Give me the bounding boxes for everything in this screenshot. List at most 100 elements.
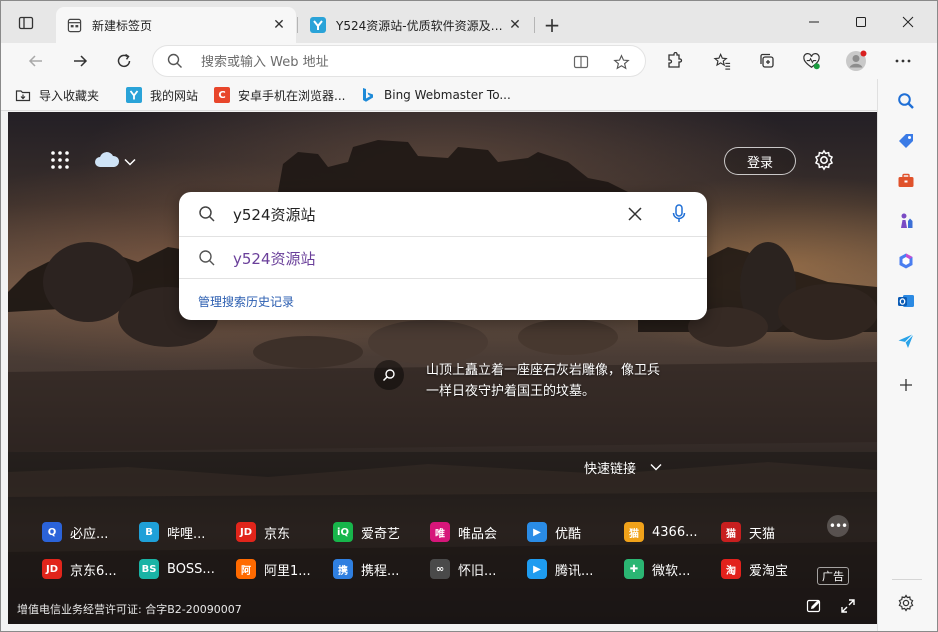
minimize-icon[interactable] [803,11,825,33]
quick-links-toggle[interactable]: 快速链接 [584,458,662,477]
sidebar-games-chess-icon[interactable] [894,209,918,233]
site-favicon-icon: iQ [333,522,353,542]
sidebar-outlook-icon[interactable] [894,289,918,313]
tab-actions-menu-icon[interactable] [15,12,37,34]
c-favicon: C [214,87,230,103]
tab-y524[interactable]: Y524资源站-优质软件资源及资料 ✕ [300,7,532,43]
sidebar-settings-gear-icon[interactable] [894,591,918,615]
cloud-icon [94,152,120,171]
profile-avatar[interactable] [843,48,869,74]
microphone-icon[interactable] [669,204,689,224]
quick-link-label: BOSS... [167,561,215,577]
quick-link[interactable]: JD 京东 [236,521,290,543]
collections-icon[interactable] [754,48,780,74]
address-input[interactable] [201,52,561,72]
fullscreen-expand-icon[interactable] [838,596,858,616]
weather-widget[interactable] [94,152,136,171]
sidebar-add-plus-icon[interactable] [894,373,918,397]
site-favicon-icon: Q [42,522,62,542]
y524-favicon [126,87,142,103]
tab-close-icon[interactable]: ✕ [268,14,290,36]
sidebar-send-plane-icon[interactable] [894,329,918,353]
quick-link[interactable]: B 哔哩... [139,521,205,543]
quick-links-more-icon[interactable]: ••• [827,515,849,537]
site-favicon-icon: 淘 [721,559,741,579]
quick-link[interactable]: ▶ 优酷 [527,521,581,543]
favorite-star-icon[interactable] [611,52,631,72]
edge-sidebar [877,79,937,631]
sidebar-shopping-tag-icon[interactable] [894,129,918,153]
quick-link[interactable]: iQ 爱奇艺 [333,521,400,543]
bookmark-my-site[interactable]: 我的网站 [126,85,198,105]
suggestion-text: y524资源站 [233,250,316,268]
sidebar-divider [892,579,922,580]
customize-edit-icon[interactable] [804,596,824,616]
quick-link-label: 京东 [264,526,291,542]
forward-arrow-icon[interactable] [67,48,93,74]
quick-link-label: 4366... [652,524,698,540]
bing-icon [360,87,376,103]
back-arrow-icon[interactable] [23,48,49,74]
quick-link[interactable]: ∞ 怀旧... [430,558,496,580]
site-favicon-icon: 猫 [721,522,741,542]
quick-link[interactable]: 猫天猫 [721,521,775,543]
quick-link[interactable]: ▶ 腾讯... [527,558,593,580]
quick-link[interactable]: BS BOSS... [139,558,215,580]
manage-search-history-link[interactable]: 管理搜索历史记录 [198,293,294,310]
quick-link-label: 腾讯... [555,563,594,579]
new-tab-page-icon [66,17,82,33]
sidebar-search-icon[interactable] [894,89,918,113]
extensions-icon[interactable] [661,48,687,74]
browser-window: 新建标签页 ✕ Y524资源站-优质软件资源及资料 ✕ + 搜索或输入 Web … [0,0,938,632]
close-window-icon[interactable] [897,11,919,33]
search-input-row[interactable]: y524资源站 [179,192,707,237]
sidebar-tools-briefcase-icon[interactable] [894,169,918,193]
quick-link[interactable]: ✚ 微软... [624,558,690,580]
tab-strip: 新建标签页 ✕ Y524资源站-优质软件资源及资料 ✕ + [1,1,937,43]
site-favicon-icon: B [139,522,159,542]
tab-new-tab[interactable]: 新建标签页 ✕ [56,7,296,43]
quick-link-label: 优酷 [555,526,582,542]
split-screen-icon[interactable] [571,52,591,72]
quick-link-label: 爱淘宝 [749,563,789,579]
maximize-icon[interactable] [850,11,872,33]
search-icon [197,248,217,268]
new-tab-plus-icon[interactable]: + [541,13,563,37]
app-launcher-grid-icon[interactable] [50,150,72,172]
image-caption[interactable]: 山顶上矗立着一座座石灰岩雕像，像卫兵 一样日夜守护着国王的坟墓。 [426,360,686,402]
tab-close-icon[interactable]: ✕ [504,14,526,36]
browser-essentials-heart-icon[interactable] [798,48,824,74]
quick-link[interactable]: JD 京东6... [42,558,117,580]
quick-link[interactable]: 唯唯品会 [430,521,497,543]
quick-link[interactable]: 阿阿里1... [236,558,311,580]
bookmark-bing-webmaster[interactable]: Bing Webmaster To... [360,85,511,105]
image-info-search-icon[interactable] [374,360,404,390]
sidebar-microsoft365-icon[interactable] [894,249,918,273]
search-query-text[interactable]: y524资源站 [233,204,316,225]
bookmark-import[interactable]: 导入收藏夹 [15,85,99,105]
tab-title: Y524资源站-优质软件资源及资料 [336,18,504,33]
more-menu-icon[interactable] [890,48,916,74]
search-suggestion-item[interactable]: y524资源站 [179,238,707,279]
login-button[interactable]: 登录 [724,147,796,175]
quick-link-label: 携程... [361,563,400,579]
refresh-icon[interactable] [111,48,137,74]
quick-link[interactable]: 携携程... [333,558,399,580]
quick-link[interactable]: 淘爱淘宝 [721,558,788,580]
quick-link[interactable]: Q 必应... [42,521,108,543]
site-favicon-icon: BS [139,559,159,579]
quick-link-label: 京东6... [70,563,117,579]
quick-link-label: 唯品会 [458,526,498,542]
page-settings-gear-icon[interactable] [813,149,837,173]
favorites-icon[interactable] [709,48,735,74]
tab-title: 新建标签页 [92,18,153,33]
search-box-dropdown: y524资源站 y524资源站 管理搜索历史记录 [179,192,707,320]
quick-link-label: 天猫 [749,526,776,542]
quick-link[interactable]: 猫 4366... [624,521,697,543]
address-bar[interactable] [152,45,646,77]
y524-favicon [310,17,326,33]
bookmark-android[interactable]: C 安卓手机在浏览器... [214,85,345,105]
favorites-bar: 导入收藏夹 我的网站 C 安卓手机在浏览器... Bing Webmaster … [1,79,937,111]
clear-search-x-icon[interactable] [625,204,645,224]
tab-divider [297,17,298,33]
